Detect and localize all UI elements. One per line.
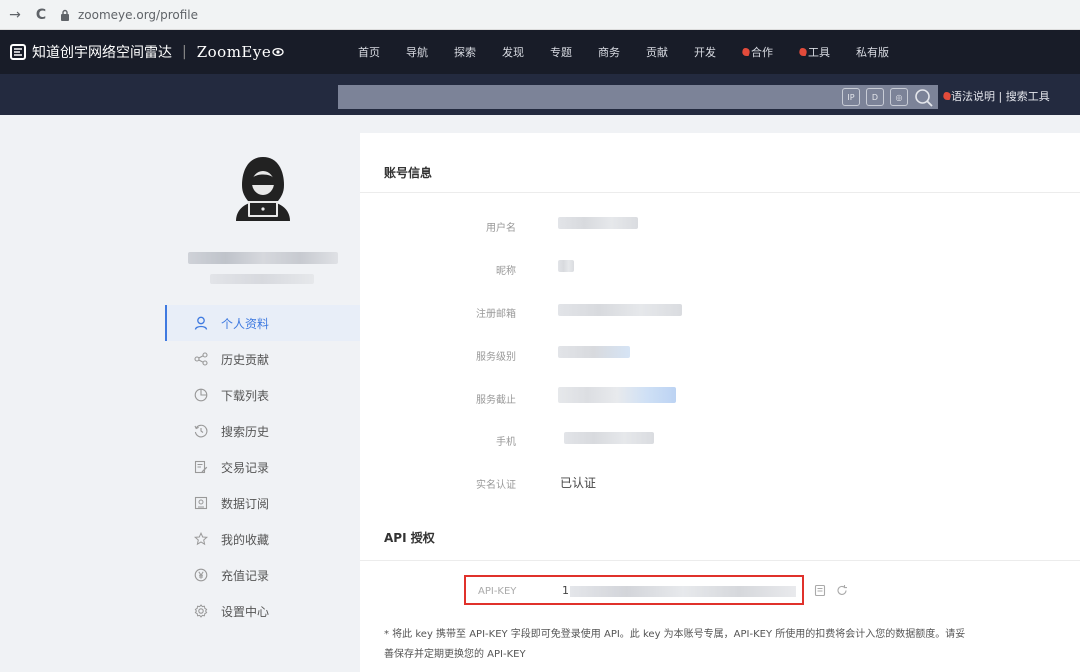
note-line-2: 善保存并定期更换您的 API-KEY bbox=[384, 649, 526, 660]
sidebar-item-label: 我的收藏 bbox=[221, 532, 270, 547]
nav-topics[interactable]: 专题 bbox=[550, 44, 572, 60]
image-search-icon[interactable]: ◎ bbox=[890, 88, 908, 106]
site-header: 知道创宇网络空间雷达 | ZoomEye 首页 导航 探索 发现 专题 商务 贡… bbox=[0, 30, 1080, 74]
nav-navigation[interactable]: 导航 bbox=[406, 44, 428, 60]
forward-arrow-icon[interactable]: → bbox=[4, 4, 26, 26]
logo-en-text: ZoomEye bbox=[196, 43, 272, 61]
field-label-phone: 手机 bbox=[496, 437, 516, 448]
username-value-blurred bbox=[558, 217, 638, 229]
api-key-tools bbox=[814, 584, 848, 597]
verification-status: 已认证 bbox=[560, 476, 597, 490]
sidebar-item-label: 交易记录 bbox=[221, 460, 270, 475]
email-value-blurred bbox=[558, 304, 682, 316]
sidebar-item-settings[interactable]: 设置中心 bbox=[165, 593, 360, 629]
hacker-avatar-icon bbox=[236, 157, 290, 221]
sidebar-item-label: 搜索历史 bbox=[221, 424, 270, 439]
sidebar-item-profile[interactable]: 个人资料 bbox=[165, 305, 360, 341]
reload-icon[interactable]: C bbox=[30, 4, 52, 26]
api-key-label: API-KEY bbox=[478, 586, 517, 597]
flag-icon bbox=[740, 48, 752, 56]
sidebar-item-label: 充值记录 bbox=[221, 568, 270, 583]
sidebar-item-label: 下载列表 bbox=[221, 388, 270, 403]
user-icon bbox=[193, 315, 209, 331]
url-text: zoomeye.org/profile bbox=[78, 7, 198, 22]
sidebar-item-favorites[interactable]: 我的收藏 bbox=[165, 521, 360, 557]
share-icon bbox=[193, 351, 209, 367]
subtitle-blurred bbox=[210, 274, 314, 284]
eye-icon bbox=[272, 47, 284, 57]
sidebar-item-label: 设置中心 bbox=[221, 604, 270, 619]
nickname-value-blurred bbox=[558, 260, 574, 272]
field-label-username: 用户名 bbox=[486, 223, 516, 234]
nav-private[interactable]: 私有版 bbox=[856, 44, 889, 60]
copy-icon[interactable] bbox=[814, 584, 826, 597]
nav-develop[interactable]: 开发 bbox=[694, 44, 716, 60]
browser-toolbar: → C zoomeye.org/profile bbox=[0, 0, 1080, 30]
nav-business[interactable]: 商务 bbox=[598, 44, 620, 60]
api-section-title: API 授权 bbox=[384, 531, 435, 545]
sidebar-item-label: 历史贡献 bbox=[221, 352, 270, 367]
account-section-title: 账号信息 bbox=[384, 166, 433, 180]
sidebar-item-history-contrib[interactable]: 历史贡献 bbox=[165, 341, 360, 377]
sidebar-item-label: 个人资料 bbox=[221, 316, 270, 331]
search-tool-icons: IP D ◎ bbox=[842, 88, 934, 108]
main-nav: 首页 导航 探索 发现 专题 商务 贡献 开发 合作 工具 私有版 bbox=[358, 30, 915, 74]
api-key-blurred bbox=[570, 586, 796, 597]
sidebar-menu: 个人资料 历史贡献 下载列表 搜索历史 交易记录 数据订阅 我的收藏 充值记录 bbox=[165, 305, 360, 629]
subscribe-icon bbox=[193, 495, 209, 511]
profile-sidebar: 个人资料 历史贡献 下载列表 搜索历史 交易记录 数据订阅 我的收藏 充值记录 bbox=[0, 115, 360, 672]
refresh-icon[interactable] bbox=[836, 584, 848, 597]
username-blurred bbox=[188, 252, 338, 264]
ip-search-icon[interactable]: IP bbox=[842, 88, 860, 106]
nav-home[interactable]: 首页 bbox=[358, 44, 380, 60]
logo-separator: | bbox=[182, 44, 187, 60]
service-level-value-blurred bbox=[558, 346, 630, 358]
search-icon[interactable] bbox=[914, 88, 934, 108]
logo-mark-icon bbox=[10, 44, 26, 60]
flag-icon bbox=[797, 48, 809, 56]
nav-explore[interactable]: 探索 bbox=[454, 44, 476, 60]
history-icon bbox=[193, 423, 209, 439]
divider bbox=[360, 560, 1080, 561]
nav-discover[interactable]: 发现 bbox=[502, 44, 524, 60]
sidebar-item-label: 数据订阅 bbox=[221, 496, 270, 511]
lock-icon bbox=[60, 9, 70, 21]
nav-cooperation[interactable]: 合作 bbox=[740, 44, 773, 60]
search-band: IP D ◎ bbox=[0, 74, 1080, 115]
sidebar-item-recharge[interactable]: 充值记录 bbox=[165, 557, 360, 593]
phone-value-blurred bbox=[564, 432, 654, 444]
profile-main-panel: 账号信息 用户名 昵称 注册邮箱 服务级别 服务截止 手机 实名认证 已认证 A… bbox=[360, 133, 1080, 672]
field-label-service-level: 服务级别 bbox=[476, 352, 516, 363]
divider bbox=[360, 192, 1080, 193]
sidebar-item-search-history[interactable]: 搜索历史 bbox=[165, 413, 360, 449]
field-label-verification: 实名认证 bbox=[476, 480, 516, 491]
edit-document-icon bbox=[193, 459, 209, 475]
field-label-nickname: 昵称 bbox=[496, 266, 516, 277]
sidebar-item-downloads[interactable]: 下载列表 bbox=[165, 377, 360, 413]
settings-icon bbox=[193, 603, 209, 619]
site-logo[interactable]: 知道创宇网络空间雷达 | ZoomEye bbox=[10, 42, 284, 62]
service-expiry-value-blurred bbox=[558, 387, 676, 403]
nav-contribute[interactable]: 贡献 bbox=[646, 44, 668, 60]
api-key-value[interactable]: 1 bbox=[562, 584, 569, 597]
pie-chart-icon bbox=[193, 387, 209, 403]
api-key-note: * 将此 key 携带至 API-KEY 字段即可免登录使用 API。此 key… bbox=[384, 625, 1024, 665]
nav-tools[interactable]: 工具 bbox=[797, 44, 830, 60]
field-label-service-expiry: 服务截止 bbox=[476, 395, 516, 406]
sidebar-item-subscriptions[interactable]: 数据订阅 bbox=[165, 485, 360, 521]
star-icon bbox=[193, 531, 209, 547]
search-links[interactable]: 语法说明 | 搜索工具 bbox=[941, 88, 1050, 104]
field-label-email: 注册邮箱 bbox=[476, 309, 516, 320]
note-line-1: * 将此 key 携带至 API-KEY 字段即可免登录使用 API。此 key… bbox=[384, 629, 966, 640]
yen-icon bbox=[193, 567, 209, 583]
logo-cn-text: 知道创宇网络空间雷达 bbox=[32, 45, 172, 61]
domain-search-icon[interactable]: D bbox=[866, 88, 884, 106]
address-bar[interactable]: zoomeye.org/profile bbox=[60, 2, 1060, 27]
sidebar-item-transactions[interactable]: 交易记录 bbox=[165, 449, 360, 485]
